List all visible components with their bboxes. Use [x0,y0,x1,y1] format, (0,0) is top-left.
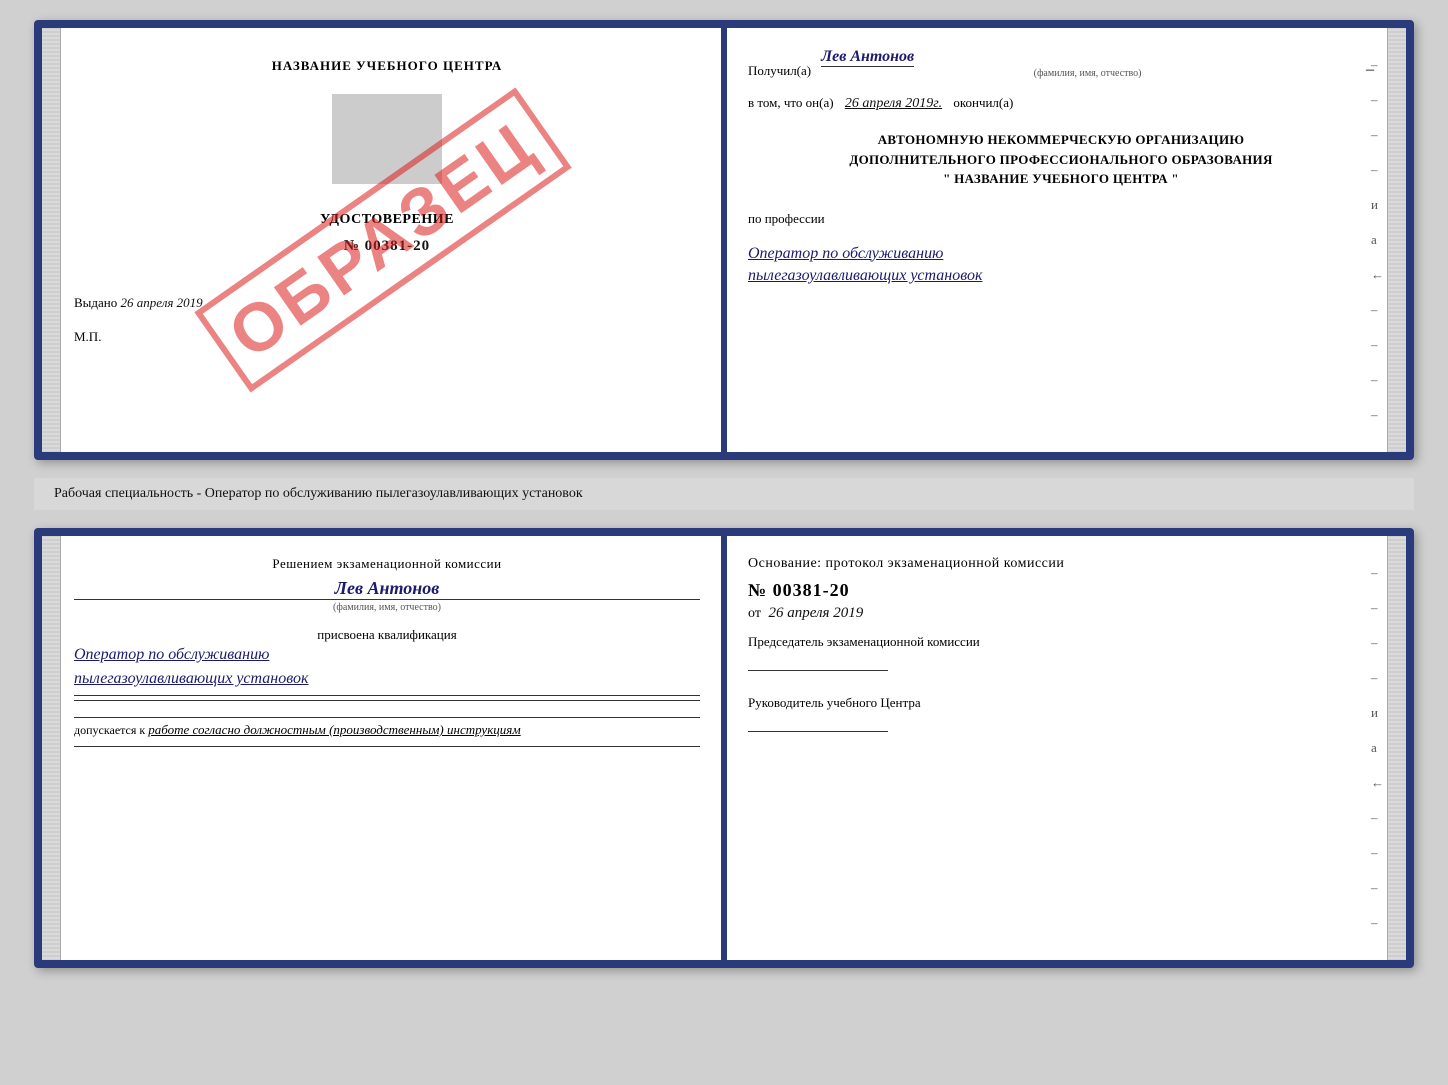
qualification-label: присвоена квалификация [74,627,700,643]
qualification-line1: Оператор по обслуживанию [74,643,700,667]
top-right-page: Получил(а) Лев Антонов (фамилия, имя, от… [724,28,1406,452]
bottom-left-page: Решением экзаменационной комиссии Лев Ан… [42,536,724,960]
issued-label: Выдано [74,295,117,310]
left-page-content: НАЗВАНИЕ УЧЕБНОГО ЦЕНТРА УДОСТОВЕРЕНИЕ №… [74,48,700,432]
bottom-person-block: Лев Антонов (фамилия, имя, отчество) [74,578,700,613]
bottom-certificate-book: Решением экзаменационной комиссии Лев Ан… [34,528,1414,968]
completed-date: 26 апреля 2019г. [845,96,942,111]
bottom-right-side-dashes: – – – – и а ← – – – – [1371,566,1384,929]
recipient-name: Лев Антонов [821,48,914,67]
in-that-line: в том, что он(а) 26 апреля 2019г. окончи… [748,95,1374,112]
blank-line-2 [74,700,700,701]
chairman-block: Председатель экзаменационной комиссии [748,634,1374,671]
org-line1: АВТОНОМНУЮ НЕКОММЕРЧЕСКУЮ ОРГАНИЗАЦИЮ [748,130,1374,150]
profession-line1: Оператор по обслуживанию [748,243,1374,265]
bottom-right-page: Основание: протокол экзаменационной коми… [724,536,1406,960]
qualification-line2: пылегазоулавливающих установок [74,667,700,691]
org-title: НАЗВАНИЕ УЧЕБНОГО ЦЕНТРА [74,58,700,74]
chairman-label: Председатель экзаменационной комиссии [748,634,1374,650]
middle-strip: Рабочая специальность - Оператор по обсл… [34,478,1414,510]
completed-label: окончил(а) [953,95,1013,110]
date-prefix: от [748,606,761,621]
right-side-dashes: – – – – и а ← – – – – [1371,58,1384,421]
right-page-content: Получил(а) Лев Антонов (фамилия, имя, от… [748,48,1374,287]
mp-label: М.П. [74,329,700,345]
profession-label: по профессии [748,211,1374,227]
cert-number: № 00381-20 [74,238,700,255]
org-line2: ДОПОЛНИТЕЛЬНОГО ПРОФЕССИОНАЛЬНОГО ОБРАЗО… [748,150,1374,170]
допускается-value: работе согласно должностным (производств… [148,722,520,737]
chairman-sig-line [748,670,888,671]
commission-text: Решением экзаменационной комиссии [74,556,700,572]
org-line3: " НАЗВАНИЕ УЧЕБНОГО ЦЕНТРА " [748,169,1374,189]
допускается-block: допускается к работе согласно должностны… [74,717,700,738]
top-certificate-book: НАЗВАНИЕ УЧЕБНОГО ЦЕНТРА УДОСТОВЕРЕНИЕ №… [34,20,1414,460]
bottom-right-content: Основание: протокол экзаменационной коми… [748,556,1374,732]
profession-text-block: Оператор по обслуживанию пылегазоулавлив… [748,239,1374,288]
profession-line2: пылегазоулавливающих установок [748,265,1374,287]
fio-hint-top: (фамилия, имя, отчество) [821,68,1354,79]
head-sig-line [748,731,888,732]
protocol-number: № 00381-20 [748,580,1374,601]
protocol-date: 26 апреля 2019 [768,605,863,621]
head-block: Руководитель учебного Центра [748,695,1374,732]
cert-label: УДОСТОВЕРЕНИЕ [74,212,700,228]
middle-strip-text: Рабочая специальность - Оператор по обсл… [54,486,583,501]
photo-placeholder [332,94,442,184]
recipient-line: Получил(а) Лев Антонов (фамилия, имя, от… [748,48,1374,79]
protocol-date-line: от 26 апреля 2019 [748,605,1374,622]
issued-line: Выдано 26 апреля 2019 [74,295,700,311]
org-block: АВТОНОМНУЮ НЕКОММЕРЧЕСКУЮ ОРГАНИЗАЦИЮ ДО… [748,130,1374,189]
bottom-left-content: Решением экзаменационной комиссии Лев Ан… [74,556,700,751]
in-that-prefix: в том, что он(а) [748,95,834,110]
qualification-value-block: Оператор по обслуживанию пылегазоулавлив… [74,643,700,691]
blank-line-3 [74,746,700,747]
received-prefix: Получил(а) [748,63,811,79]
bottom-fio-hint: (фамилия, имя, отчество) [74,602,700,613]
top-left-page: НАЗВАНИЕ УЧЕБНОГО ЦЕНТРА УДОСТОВЕРЕНИЕ №… [42,28,724,452]
head-label: Руководитель учебного Центра [748,695,1374,711]
issued-date: 26 апреля 2019 [121,295,203,310]
basis-label: Основание: протокол экзаменационной коми… [748,556,1374,572]
bottom-person-name: Лев Антонов [74,578,700,600]
допускается-label: допускается к [74,723,145,737]
blank-line-1 [74,695,700,696]
